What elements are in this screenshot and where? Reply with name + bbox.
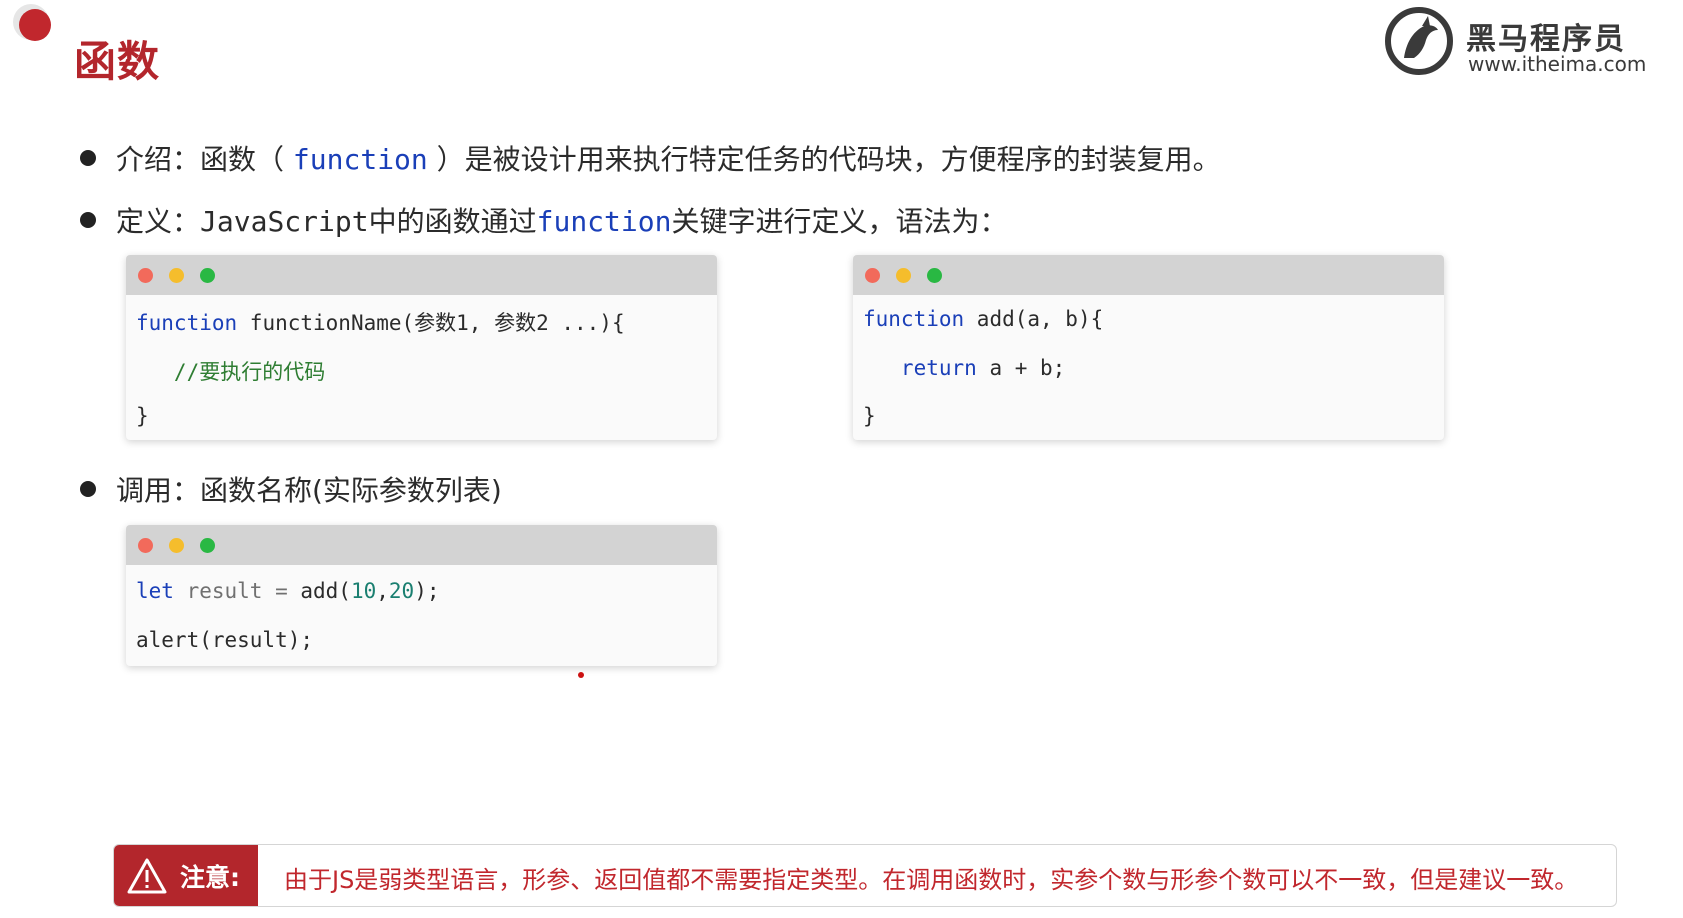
note-text: 由于JS是弱类型语言，形参、返回值都不需要指定类型。在调用函数时，实参个数与形参… [284,866,1579,894]
code-window-titlebar [853,255,1444,295]
code-window-titlebar [126,525,717,565]
code-keyword: return [863,356,977,380]
code-comment: //要执行的代码 [136,360,326,384]
code-line: } [136,404,149,428]
bullet-dot [80,481,96,497]
definition-suffix: 关键字进行定义，语法为： [671,205,1008,238]
code-line: } [863,404,876,428]
bullet-call: 调用：函数名称(实际参数列表) [80,469,502,509]
code-number: 20 [388,579,415,603]
code-text: functionName(参数1, 参数2 ...){ [237,311,625,335]
note-label-box: 注意: [114,845,258,906]
maximize-dot-icon [200,268,215,283]
close-dot-icon [138,268,153,283]
code-function: add( [300,579,351,603]
code-keyword: let [136,579,174,603]
code-punct: ); [414,579,440,603]
intro-suffix: ）是被设计用来执行特定任务的代码块，方便程序的封装复用。 [427,143,1221,176]
note-label: 注意: [180,863,240,892]
code-keyword: function [136,311,238,335]
definition-keyword: function [536,205,672,238]
code-line: function add(a, b){ [863,307,1103,331]
code-window-call: let result = add(10,20); alert(result); [126,525,717,666]
code-variable: result = [173,579,301,603]
code-punct: , [376,579,389,603]
intro-keyword: function [292,143,428,176]
code-number: 10 [350,579,377,603]
code-line: return a + b; [863,356,1065,380]
warning-icon [127,858,167,894]
code-window-syntax: function functionName(参数1, 参数2 ...){ //要… [126,255,717,440]
code-text: a + b; [976,356,1066,380]
code-line: function functionName(参数1, 参数2 ...){ [136,307,625,337]
definition-javascript: JavaScript [200,205,369,238]
close-dot-icon [865,268,880,283]
maximize-dot-icon [200,538,215,553]
code-keyword: function [863,307,965,331]
horse-logo-icon [1385,7,1453,75]
maximize-dot-icon [927,268,942,283]
definition-middle: 中的函数通过 [368,205,537,238]
bullet-intro: 介绍：函数（ function ）是被设计用来执行特定任务的代码块，方便程序的封… [80,138,1221,178]
pointer-dot [578,672,584,678]
brand-logo: 黑马程序员 www.itheima.com [1384,6,1647,78]
bullet-definition: 定义：JavaScript中的函数通过function关键字进行定义，语法为： [80,200,1007,240]
code-window-example: function add(a, b){ return a + b; } [853,255,1444,440]
minimize-dot-icon [169,538,184,553]
corner-decoration-dot [19,9,51,41]
logo-url: www.itheima.com [1468,52,1647,76]
note-banner: 注意: 由于JS是弱类型语言，形参、返回值都不需要指定类型。在调用函数时，实参个… [113,844,1617,907]
definition-prefix: 定义： [116,205,201,238]
page-title: 函数 [74,37,161,86]
minimize-dot-icon [896,268,911,283]
bullet-dot [80,212,96,228]
call-text: 调用：函数名称(实际参数列表) [116,474,502,507]
close-dot-icon [138,538,153,553]
code-text: add(a, b){ [964,307,1104,331]
minimize-dot-icon [169,268,184,283]
code-line: alert(result); [136,628,314,652]
bullet-dot [80,150,96,166]
intro-prefix: 介绍：函数（ [116,143,293,176]
code-window-titlebar [126,255,717,295]
code-line: let result = add(10,20); [136,579,440,603]
